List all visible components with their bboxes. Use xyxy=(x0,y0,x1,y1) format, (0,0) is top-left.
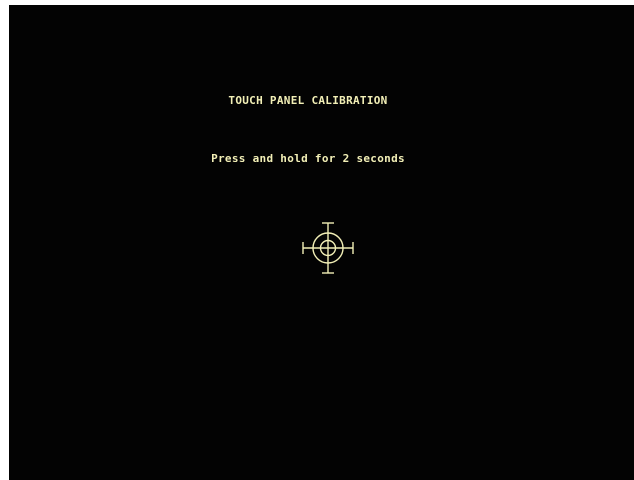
calibration-instruction: Press and hold for 2 seconds xyxy=(211,152,405,165)
calibration-title: TOUCH PANEL CALIBRATION xyxy=(228,94,388,107)
crosshair-target-icon[interactable] xyxy=(301,221,355,275)
